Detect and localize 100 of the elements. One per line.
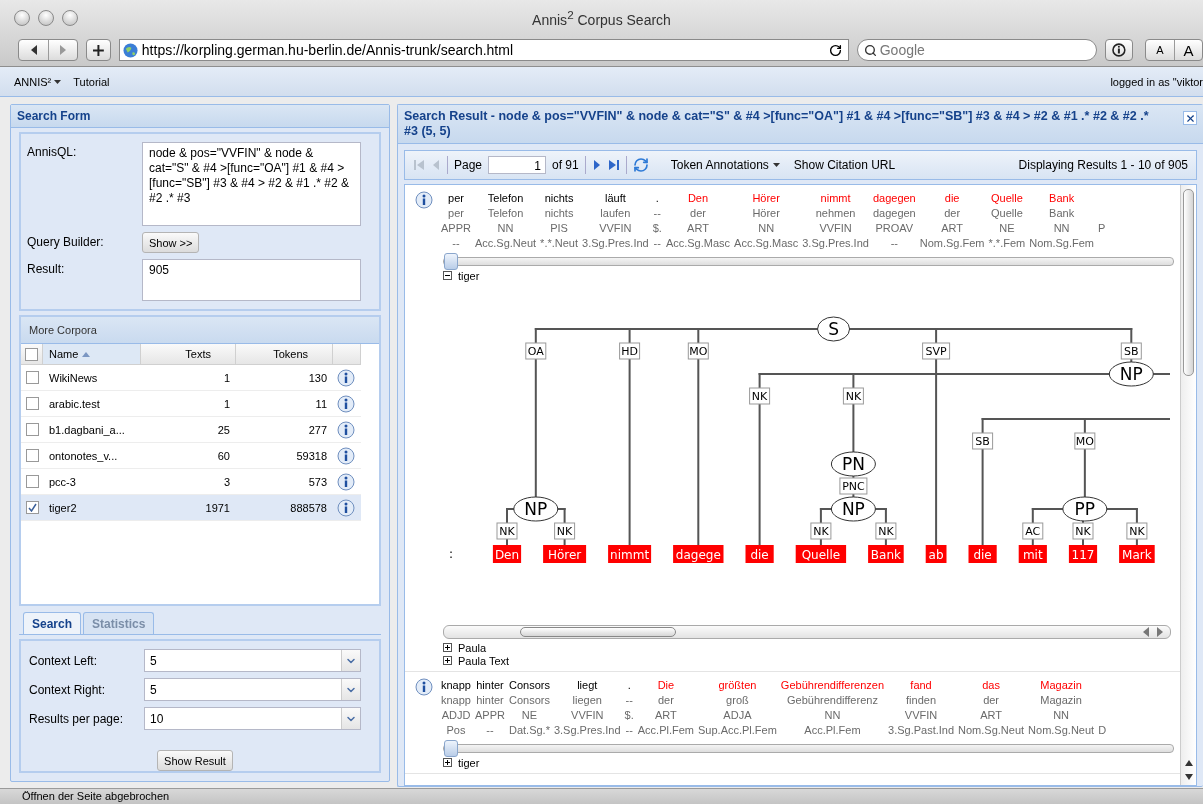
row-checkbox[interactable] [25,397,39,410]
row-checkbox[interactable] [25,371,39,384]
row-checkbox[interactable] [25,423,39,436]
layer-toggle[interactable]: Paula [458,641,487,654]
reload-icon[interactable] [828,43,842,57]
expand-icon[interactable] [443,758,452,767]
page-field[interactable]: 1 [488,156,547,174]
morph-tag: Acc.Pl.Fem [637,724,694,736]
edge-label: SVP [922,342,951,360]
token-word: das [982,679,1000,691]
pos-tag: ADJD [441,709,471,721]
forward-icon[interactable] [59,45,67,55]
font-size-button[interactable]: A [1146,40,1174,60]
show-builder-button[interactable]: Show >> [142,232,200,253]
info-icon[interactable] [415,191,433,209]
row-checkbox[interactable] [25,449,39,462]
corpus-row[interactable]: tiger2 1971 888578 [21,495,361,521]
table-cell: tiger2 [49,501,77,514]
select-all-checkbox[interactable] [25,347,38,361]
show-result-button[interactable]: Show Result [157,750,233,771]
row-checkbox[interactable] [25,501,39,514]
column-header[interactable]: Tokens [236,344,333,365]
reader-button[interactable] [1105,39,1133,61]
window-control[interactable] [38,10,54,26]
font-size-button[interactable]: A [1174,40,1202,60]
tab[interactable]: Search [23,612,82,634]
morph-tag: D [1098,724,1107,736]
close-button[interactable] [1183,111,1197,125]
row-checkbox[interactable] [25,475,39,488]
info-icon[interactable] [337,472,355,491]
lemma-label: nehmen [815,207,856,219]
phrase-node: NP [1108,361,1154,387]
info-icon[interactable] [337,368,355,387]
search-field[interactable]: Google [856,39,1098,61]
menu-link[interactable]: Tutorial [73,75,110,88]
window-control[interactable] [62,10,78,26]
scroll-up-icon[interactable] [1184,759,1193,767]
page-count: of 91 [552,158,579,172]
column-header[interactable] [21,344,43,365]
panel-title: Search Form [17,109,91,123]
edge-label: OA [525,342,547,360]
token-annotations-menu[interactable]: Token Annotations [666,158,784,172]
token-word: nichts [544,192,574,204]
info-icon[interactable] [415,678,433,696]
info-icon[interactable] [337,420,355,439]
citation-button[interactable]: Show Citation URL [789,158,900,172]
last-page-icon[interactable] [607,159,620,171]
morph-tag: Acc.Pl.Fem [804,724,861,736]
token-word: . [655,192,659,204]
back-icon[interactable] [29,45,38,55]
refresh-icon[interactable] [632,157,649,173]
morph-tag: 3.Sg.Pres.Ind [582,237,649,249]
scrollbar-track[interactable] [443,625,1171,639]
lemma-label: Bank [1049,207,1075,219]
pos-tag: PIS [550,222,568,234]
pos-tag: ADJA [723,709,752,721]
scroll-right-icon[interactable] [1156,627,1164,637]
user-status: logged in as "viktor [1110,75,1203,88]
slider-thumb[interactable] [444,740,458,757]
table-cell: 59318 [296,449,327,462]
scroll-left-icon[interactable] [1142,627,1150,637]
sort-up-icon [82,351,91,357]
table-cell: ontonotes_v... [49,449,118,462]
scrollbar-thumb[interactable] [520,627,676,637]
column-header[interactable]: Name [43,344,141,365]
select-field[interactable]: 5 [144,678,361,701]
layer-toggle[interactable]: tiger [458,269,480,282]
vertical-scrollbar[interactable] [1180,185,1196,785]
token-word: nimmt [820,192,851,204]
info-icon[interactable] [337,446,355,465]
layer-toggle[interactable]: Paula Text [458,654,510,667]
select-field[interactable]: 10 [144,707,361,730]
scroll-down-icon[interactable] [1184,773,1193,781]
scrollbar-thumb[interactable] [1183,189,1194,376]
expand-icon[interactable] [443,656,452,665]
edge-label: SB [1120,342,1142,360]
edge-label: SB [972,432,994,450]
slider-thumb[interactable] [444,253,458,270]
token-word: Hörer [752,192,780,204]
next-page-icon[interactable] [591,159,602,171]
phrase-node: NP [513,496,559,522]
globe-icon [122,42,138,58]
address-field[interactable]: https://korpling.german.hu-berlin.de/Annis-trunk/search.html [118,39,849,61]
info-icon[interactable] [337,394,355,413]
lemma-label: -- [625,694,633,706]
info-icon[interactable] [337,498,355,517]
menu-dropdown[interactable]: ANNIS² [14,75,62,88]
token-word: größten [718,679,757,691]
edge-label: NK [875,522,897,540]
collapse-icon[interactable] [443,271,452,280]
lemma-label: Magazin [1040,694,1082,706]
select-field[interactable]: 5 [144,649,361,672]
query-field[interactable]: node & pos="VVFIN" & node & cat="S" & #4 >[func="OA"] #1 & #4 >[func="SB"] #3 & #4 > #2 & #1 .* #2 & #2 .* #3 [142,142,361,226]
edge-label: NK [496,522,518,540]
edge-label: NK [842,387,864,405]
expand-icon[interactable] [443,643,452,652]
layer-toggle[interactable]: tiger [458,756,480,769]
window-control[interactable] [14,10,30,26]
add-bookmark-button[interactable] [86,39,111,61]
column-header[interactable]: Texts [141,344,236,365]
